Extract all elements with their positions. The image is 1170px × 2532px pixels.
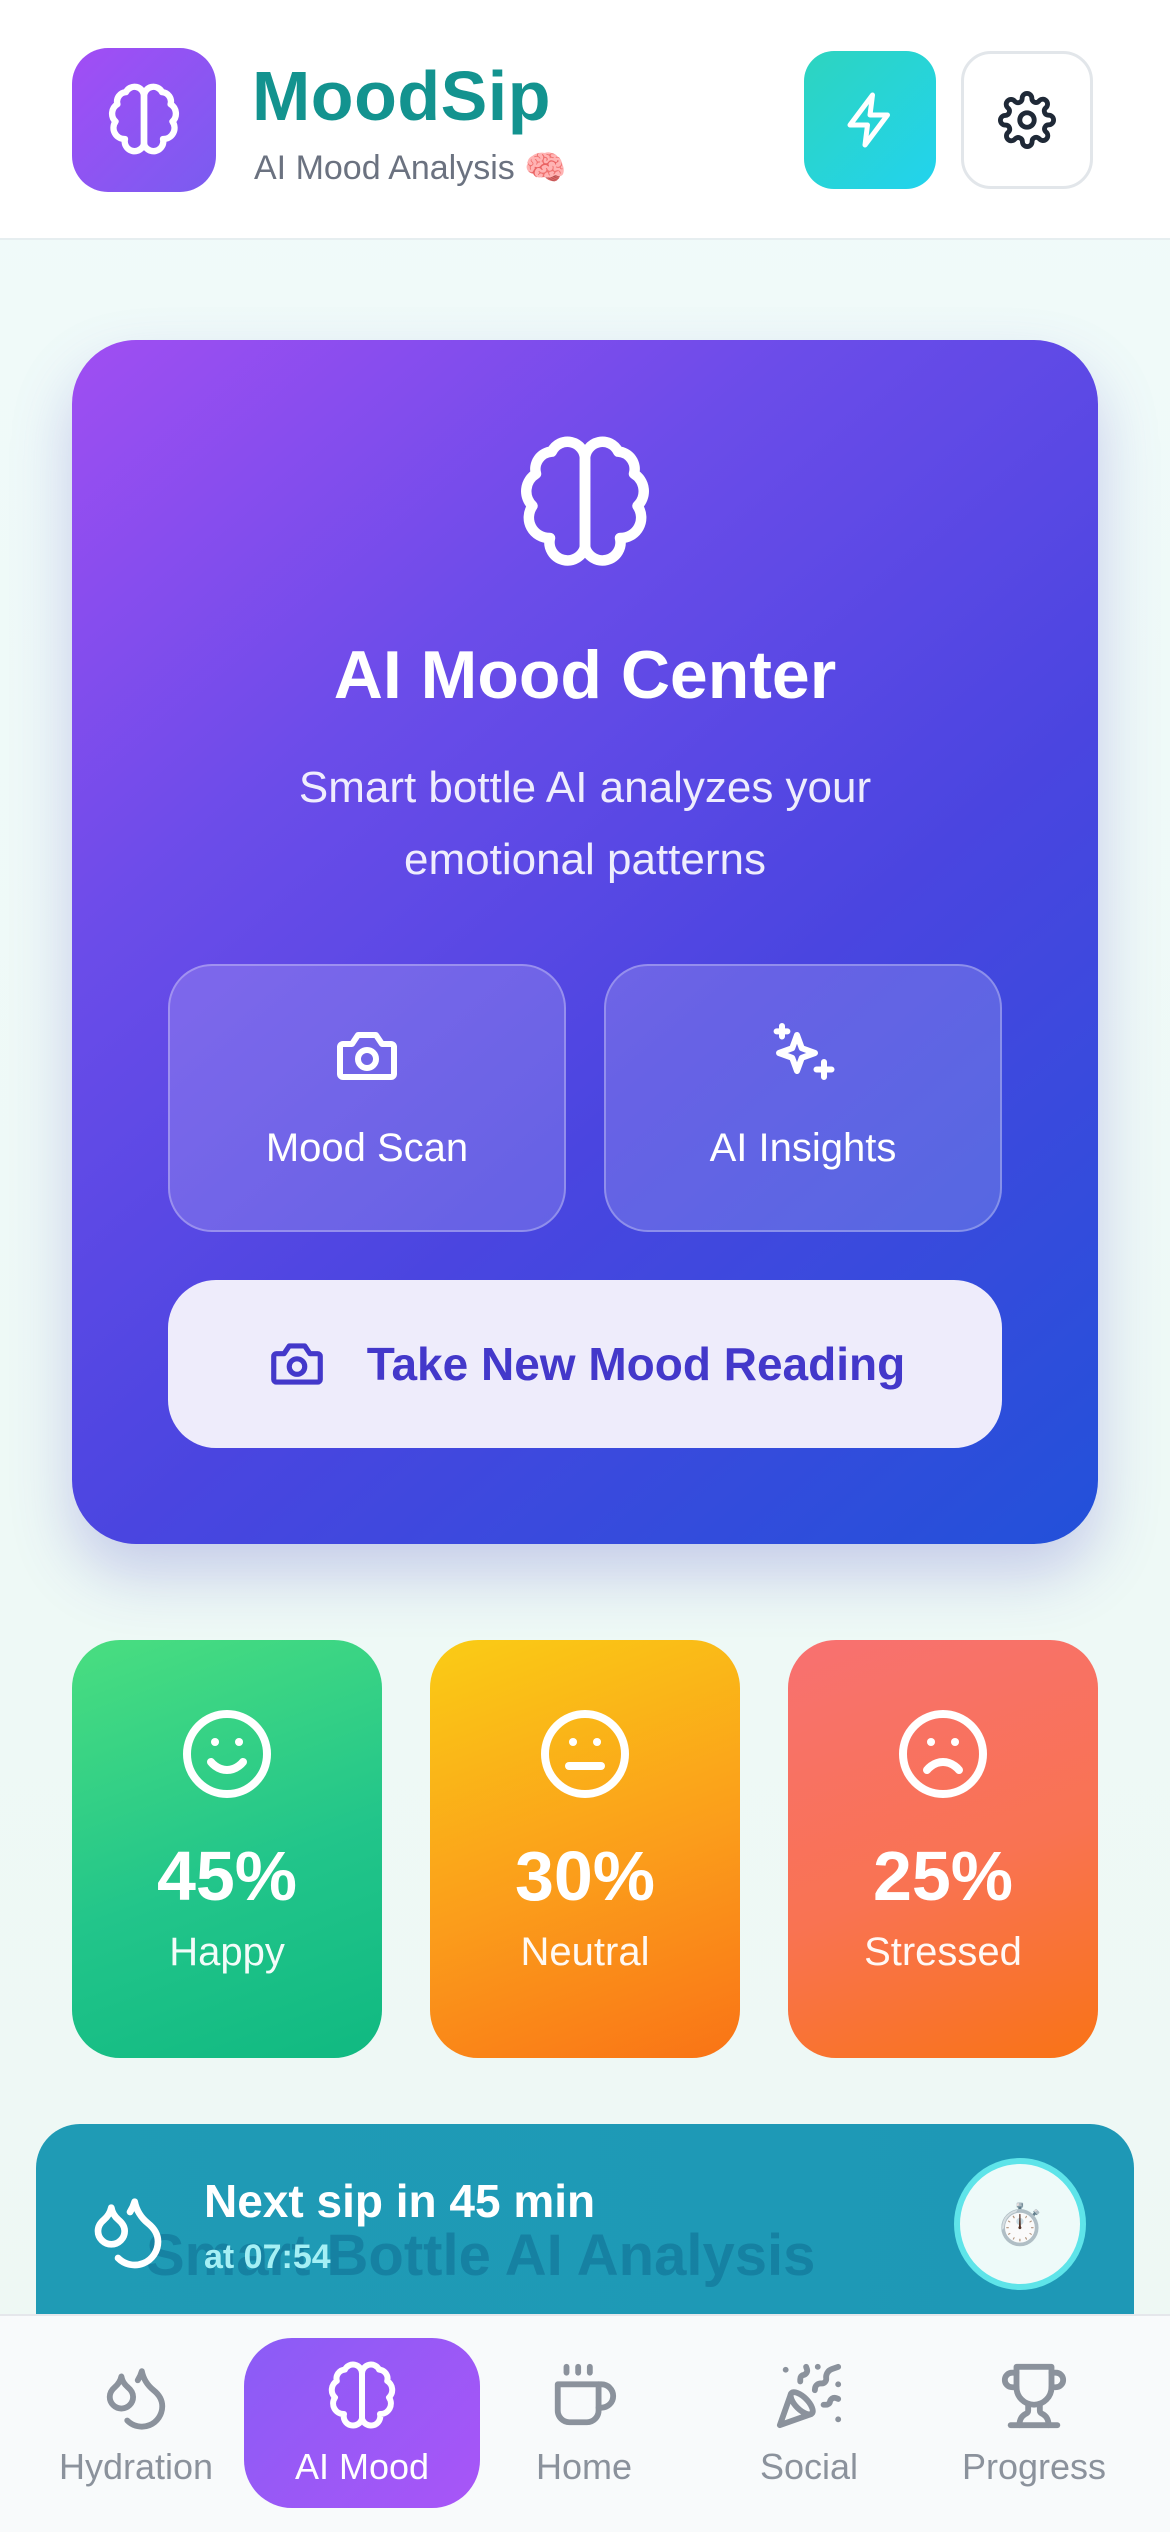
sad-face-icon bbox=[899, 1710, 987, 1798]
stat-label: Stressed bbox=[864, 1930, 1022, 1974]
app-subtitle: AI Mood Analysis 🧠 bbox=[254, 149, 567, 187]
timer-button[interactable]: ⏱️ bbox=[954, 2158, 1086, 2290]
nav-item-progress[interactable]: Progress bbox=[934, 2338, 1134, 2508]
take-mood-reading-label: Take New Mood Reading bbox=[366, 1338, 906, 1390]
reminder-time: at 07:54 bbox=[204, 2238, 331, 2276]
app-screen: MoodSip AI Mood Analysis 🧠 AI Mood Cente… bbox=[0, 0, 1170, 2532]
reminder-title: Next sip in 45 min bbox=[204, 2175, 596, 2227]
nav-item-ai-mood[interactable]: AI Mood bbox=[244, 2338, 480, 2508]
nav-label: Progress bbox=[961, 2446, 1107, 2487]
ai-insights-button[interactable]: AI Insights bbox=[604, 964, 1002, 1232]
nav-item-social[interactable]: Social bbox=[709, 2338, 909, 2508]
neutral-face-icon bbox=[541, 1710, 629, 1798]
droplets-icon bbox=[106, 2368, 166, 2430]
mood-scan-button[interactable]: Mood Scan bbox=[168, 964, 566, 1232]
brain-icon bbox=[328, 2361, 396, 2429]
settings-button[interactable] bbox=[961, 51, 1093, 189]
nav-label: AI Mood bbox=[294, 2446, 430, 2487]
sparkles-icon bbox=[773, 1023, 835, 1080]
stat-card-happy[interactable]: 45% Happy bbox=[72, 1640, 382, 2058]
nav-item-home[interactable]: Home bbox=[484, 2338, 684, 2508]
gear-icon bbox=[998, 91, 1056, 149]
camera-icon bbox=[337, 1032, 397, 1080]
next-sip-reminder[interactable]: Smart Bottle AI Analysis Next sip in 45 … bbox=[36, 2124, 1134, 2340]
stat-value: 25% bbox=[872, 1837, 1014, 1915]
nav-item-hydration[interactable]: Hydration bbox=[36, 2338, 236, 2508]
trophy-icon bbox=[1001, 2363, 1067, 2429]
card-brain bbox=[512, 430, 658, 576]
nav-label: Social bbox=[759, 2446, 859, 2487]
droplets-icon bbox=[94, 2198, 162, 2269]
nav-label: Home bbox=[535, 2446, 633, 2487]
bottom-navigation: Hydration AI Mood Home Social Progress bbox=[0, 2314, 1170, 2532]
stopwatch-icon: ⏱️ bbox=[995, 2202, 1045, 2247]
brain-icon bbox=[521, 436, 649, 566]
nav-label: Hydration bbox=[58, 2446, 214, 2487]
smile-face-icon bbox=[183, 1710, 271, 1798]
brain-icon bbox=[109, 83, 179, 155]
quick-action-button[interactable] bbox=[804, 51, 936, 189]
app-header: MoodSip AI Mood Analysis 🧠 bbox=[0, 0, 1170, 240]
stat-label: Neutral bbox=[520, 1930, 650, 1974]
mood-scan-label: Mood Scan bbox=[265, 1126, 469, 1170]
ai-mood-center-card: AI Mood Center Smart bottle AI analyzes … bbox=[72, 340, 1098, 1544]
party-popper-icon bbox=[776, 2363, 842, 2429]
mood-center-description: Smart bottle AI analyzes your emotional … bbox=[298, 763, 872, 884]
cup-icon bbox=[554, 2363, 616, 2426]
stat-card-stressed[interactable]: 25% Stressed bbox=[788, 1640, 1098, 2058]
take-mood-reading-button[interactable]: Take New Mood Reading bbox=[168, 1280, 1002, 1448]
lightning-icon bbox=[847, 92, 890, 148]
ai-insights-label: AI Insights bbox=[709, 1126, 897, 1170]
stat-card-neutral[interactable]: 30% Neutral bbox=[430, 1640, 740, 2058]
app-title: MoodSip bbox=[252, 57, 551, 135]
stat-value: 30% bbox=[514, 1837, 656, 1915]
app-logo bbox=[72, 48, 216, 192]
stat-label: Happy bbox=[169, 1930, 285, 1974]
camera-icon bbox=[270, 1343, 323, 1385]
stat-value: 45% bbox=[156, 1837, 298, 1915]
mood-center-title: AI Mood Center bbox=[333, 637, 837, 713]
